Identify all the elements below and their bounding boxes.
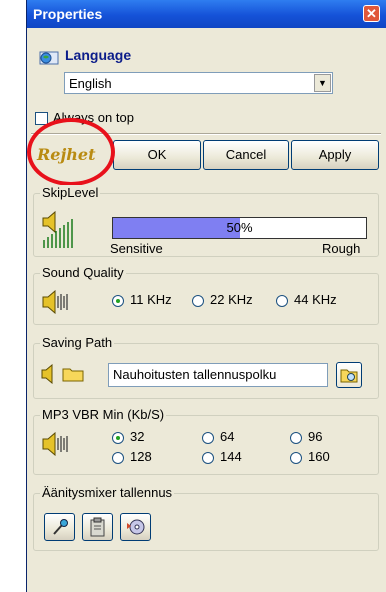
saving-path-legend: Saving Path: [40, 335, 115, 350]
radio-44khz[interactable]: [276, 295, 288, 307]
radio-11khz-label: 11 KHz: [130, 292, 172, 307]
radio-vbr-32[interactable]: [112, 432, 124, 444]
media-button[interactable]: [120, 513, 151, 541]
sound-quality-group: Sound Quality 11 KHz 22 KHz 44 KHz: [33, 265, 379, 325]
speaker-icon: [42, 210, 73, 248]
microphone-button[interactable]: [44, 513, 75, 541]
mixer-legend: Äänitysmixer tallennus: [40, 485, 175, 500]
radio-vbr-128[interactable]: [112, 452, 124, 464]
chevron-down-icon[interactable]: ▼: [314, 74, 331, 92]
speaker-icon: [42, 290, 68, 314]
radio-vbr-160[interactable]: [290, 452, 302, 464]
radio-vbr-144-label: 144: [220, 449, 242, 464]
speaker-icon: [42, 432, 68, 456]
window-title: Properties: [33, 6, 103, 22]
radio-vbr-160-label: 160: [308, 449, 330, 464]
rough-label: Rough: [322, 241, 361, 256]
mp3-vbr-legend: MP3 VBR Min (Kb/S): [40, 407, 167, 422]
ok-button[interactable]: OK: [113, 140, 201, 170]
radio-vbr-144[interactable]: [202, 452, 214, 464]
globe-icon: [39, 51, 59, 65]
radio-vbr-64[interactable]: [202, 432, 214, 444]
saving-path-group: Saving Path Nauhoitusten tallennuspolku: [33, 335, 379, 399]
language-value: English: [69, 76, 112, 91]
clipboard-button[interactable]: [82, 513, 113, 541]
folder-icon: [62, 368, 84, 382]
sensitive-label: Sensitive: [110, 241, 163, 256]
radio-22khz-label: 22 KHz: [210, 292, 253, 307]
radio-vbr-64-label: 64: [220, 429, 235, 444]
browse-icon: [340, 369, 358, 383]
skip-level-legend: SkipLevel: [40, 185, 101, 200]
apply-button[interactable]: Apply: [291, 140, 379, 170]
radio-vbr-128-label: 128: [130, 449, 152, 464]
radio-11khz[interactable]: [112, 295, 124, 307]
title-bar[interactable]: Properties ✕: [27, 0, 386, 28]
close-button[interactable]: ✕: [363, 5, 380, 22]
cancel-button[interactable]: Cancel: [203, 140, 289, 170]
radio-vbr-32-label: 32: [130, 429, 145, 444]
speaker-icon: [41, 364, 53, 384]
saving-path-input[interactable]: Nauhoitusten tallennuspolku: [108, 363, 328, 387]
mixer-group: Äänitysmixer tallennus: [33, 485, 379, 551]
radio-vbr-96[interactable]: [290, 432, 302, 444]
skip-level-progress[interactable]: 50%: [112, 217, 367, 239]
radio-22khz[interactable]: [192, 295, 204, 307]
skip-level-group: SkipLevel 50% Sensitive Rough: [33, 185, 379, 257]
clipboard-icon: [90, 517, 105, 537]
sound-quality-legend: Sound Quality: [40, 265, 126, 280]
highlight-circle: [27, 118, 115, 186]
mp3-vbr-group: MP3 VBR Min (Kb/S) 32 64 96 128 144 160: [33, 407, 379, 475]
radio-vbr-96-label: 96: [308, 429, 323, 444]
language-select[interactable]: English ▼: [64, 72, 333, 94]
radio-44khz-label: 44 KHz: [294, 292, 337, 307]
microphone-icon: [53, 519, 68, 535]
media-icon: [127, 519, 145, 535]
skip-level-percent: 50%: [226, 220, 253, 235]
language-label: Language: [65, 47, 132, 63]
properties-window: Properties ✕ Language English ▼ Always o…: [26, 0, 386, 592]
browse-button[interactable]: [336, 362, 362, 388]
